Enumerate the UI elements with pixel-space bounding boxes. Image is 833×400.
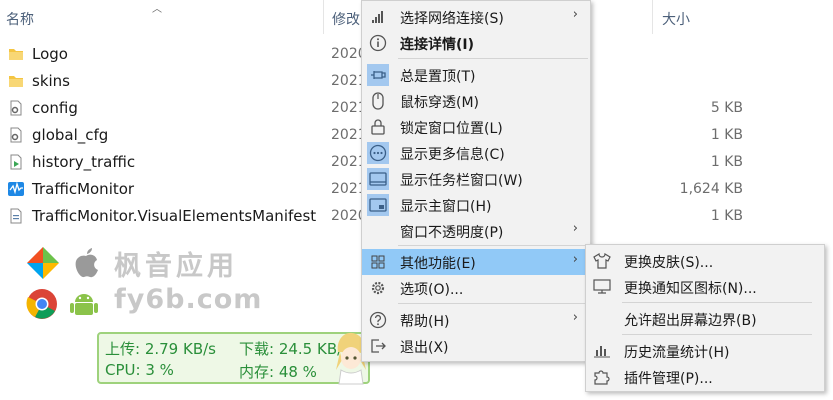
info-icon <box>367 32 389 54</box>
windows-logo-icon <box>27 247 59 279</box>
file-name: TrafficMonitor <box>32 180 135 198</box>
menu-item-connection-details[interactable]: 连接详情(I) <box>362 30 590 56</box>
memory-usage: 内存: 48 % <box>239 363 317 381</box>
folder-icon <box>9 49 23 60</box>
app-icon <box>8 181 24 196</box>
watermark-domain: fy6b.com <box>114 284 263 315</box>
menu-item-exit[interactable]: 退出(X) <box>362 333 590 359</box>
file-name: skins <box>32 72 70 90</box>
watermark-title: 枫音应用 <box>114 251 238 282</box>
lock-icon <box>367 116 389 138</box>
signal-bars-icon <box>367 6 389 28</box>
window-icon <box>367 194 389 216</box>
menu-item-window-opacity[interactable]: 窗口不透明度(P) › <box>362 218 590 244</box>
column-divider[interactable] <box>652 0 653 34</box>
mouse-icon <box>367 90 389 112</box>
apple-logo-icon <box>75 248 98 278</box>
sort-ascending-icon: ︿ <box>152 4 162 15</box>
file-size: 1 KB <box>710 127 743 143</box>
file-name: history_traffic <box>32 153 136 171</box>
menu-item-show-taskbar-window[interactable]: 显示任务栏窗口(W) <box>362 166 590 192</box>
column-divider[interactable] <box>323 0 324 34</box>
chevron-right-icon: › <box>572 7 578 22</box>
chrome-logo-icon <box>26 289 57 319</box>
column-header-name[interactable]: 名称 <box>6 9 34 29</box>
more-icon <box>367 142 389 164</box>
xml-file-icon <box>10 208 22 224</box>
cpu-usage: CPU: 3 % <box>105 361 174 379</box>
pin-icon <box>367 64 389 86</box>
traffic-monitor-widget[interactable]: 上传: 2.79 KB/s 下载: 24.5 KB/s CPU: 3 % 内存:… <box>97 332 370 384</box>
media-file-icon <box>10 154 22 170</box>
submenu-item-change-skin[interactable]: 更换皮肤(S)... <box>586 248 824 274</box>
chevron-right-icon: › <box>572 310 578 325</box>
menu-item-lock-position[interactable]: 锁定窗口位置(L) <box>362 114 590 140</box>
submenu-item-allow-out-of-bounds[interactable]: 允许超出屏幕边界(B) <box>586 306 824 332</box>
file-name: TrafficMonitor.VisualElementsManifest <box>32 207 317 225</box>
column-header-size[interactable]: 大小 <box>662 9 690 29</box>
android-logo-icon <box>70 294 98 315</box>
menu-item-mouse-passthrough[interactable]: 鼠标穿透(M) <box>362 88 590 114</box>
menu-separator <box>622 334 812 335</box>
menu-item-help[interactable]: 帮助(H) › <box>362 307 590 333</box>
chevron-right-icon: › <box>572 252 578 267</box>
settings-file-icon <box>10 127 22 143</box>
help-icon <box>367 309 389 331</box>
menu-item-options[interactable]: 选项(O)... <box>362 275 590 301</box>
menu-separator <box>622 302 812 303</box>
submenu-item-change-tray-icon[interactable]: 更换通知区图标(N)... <box>586 274 824 300</box>
menu-item-show-main-window[interactable]: 显示主窗口(H) <box>362 192 590 218</box>
other-functions-submenu: 更换皮肤(S)... 更换通知区图标(N)... 允许超出屏幕边界(B) 历史流… <box>585 244 825 392</box>
folder-icon <box>9 76 23 87</box>
file-size: 5 KB <box>710 100 743 116</box>
menu-item-other-functions[interactable]: 其他功能(E) › <box>362 249 590 275</box>
file-size: 1 KB <box>710 208 743 224</box>
menu-item-show-more-info[interactable]: 显示更多信息(C) <box>362 140 590 166</box>
shirt-icon <box>591 250 613 272</box>
submenu-item-traffic-history[interactable]: 历史流量统计(H) <box>586 338 824 364</box>
taskbar-icon <box>367 168 389 190</box>
settings-file-icon <box>10 100 22 116</box>
menu-item-always-on-top[interactable]: 总是置顶(T) <box>362 62 590 88</box>
file-size: 1,624 KB <box>679 181 743 197</box>
puzzle-icon <box>591 366 613 388</box>
submenu-item-plugin-manager[interactable]: 插件管理(P)... <box>586 364 824 390</box>
exit-icon <box>367 335 389 357</box>
file-name: global_cfg <box>32 126 109 144</box>
gear-icon <box>367 277 389 299</box>
file-name: Logo <box>32 45 68 63</box>
tray-icon <box>591 276 613 298</box>
menu-separator <box>398 303 588 304</box>
file-name: config <box>32 99 78 117</box>
menu-separator <box>398 245 588 246</box>
watermark: 枫音应用 fy6b.com <box>26 244 266 324</box>
menu-separator <box>398 58 588 59</box>
file-size: 1 KB <box>710 154 743 170</box>
upload-speed: 上传: 2.79 KB/s <box>105 340 216 358</box>
menu-item-select-network[interactable]: 选择网络连接(S) › <box>362 4 590 30</box>
column-header-modified[interactable]: 修改 <box>332 9 360 29</box>
bar-chart-icon <box>591 340 613 362</box>
grid-icon <box>367 251 389 273</box>
chevron-right-icon: › <box>572 221 578 236</box>
context-menu: 选择网络连接(S) › 连接详情(I) 总是置顶(T) 鼠标穿透(M) 锁定窗口… <box>361 0 591 362</box>
